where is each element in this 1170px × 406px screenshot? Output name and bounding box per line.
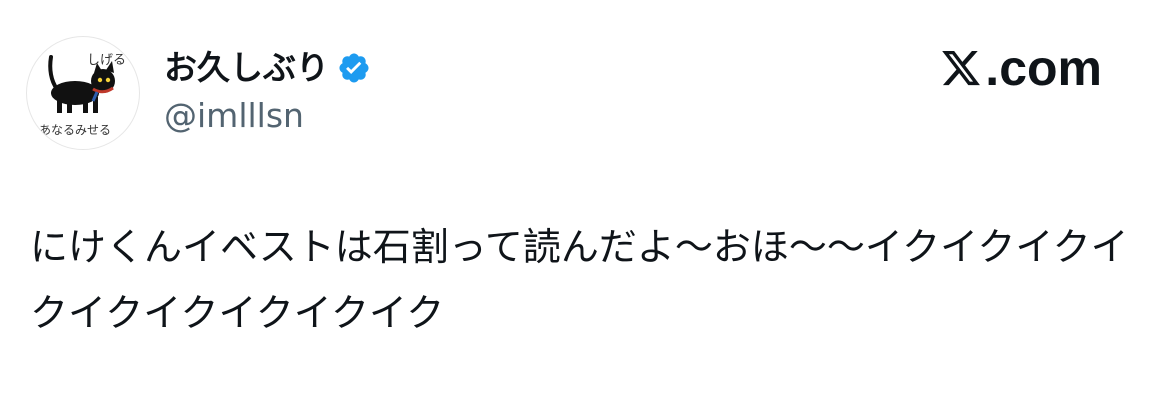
avatar-text-top: しげる [87,53,127,68]
avatar-text-bottom: あなるみせる [39,123,112,137]
brand-domain: .com [985,40,1102,96]
verified-badge-icon [339,53,369,83]
author-handle[interactable]: @imlllsn [164,96,304,136]
x-logo-icon [942,50,981,86]
tweet-header: しげる あなるみせる お久しぶり @imlllsn .com [0,0,1170,160]
avatar[interactable]: しげる あなるみせる [26,36,140,150]
author-name-row[interactable]: お久しぶり [164,48,371,88]
tweet-text: にけくんイベストは石割って読んだよ〜おほ〜〜イクイクイクイクイクイクイクイクイク [30,225,1129,335]
x-brand[interactable]: .com [939,40,1102,96]
display-name[interactable]: お久しぶり [164,48,329,88]
